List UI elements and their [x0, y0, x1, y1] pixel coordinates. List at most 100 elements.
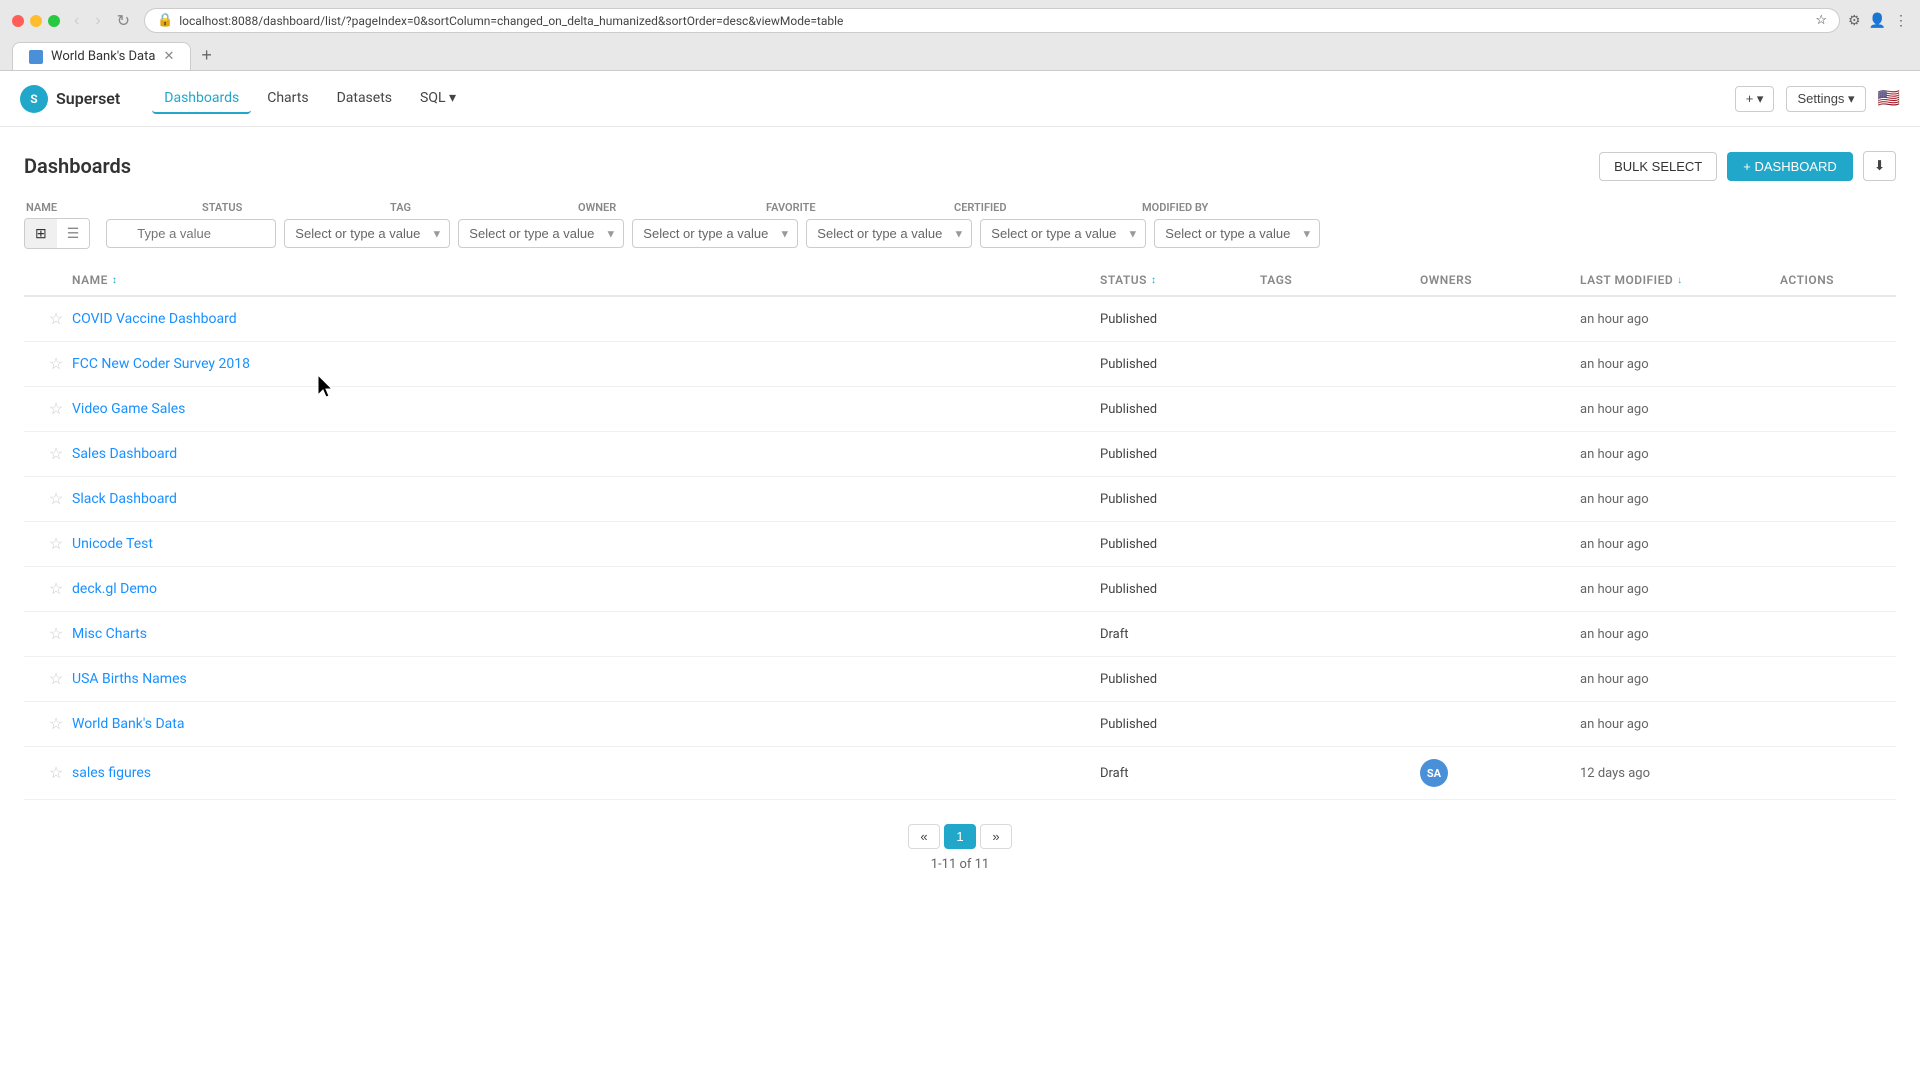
- favorite-star-8[interactable]: ☆: [40, 669, 72, 689]
- certified-filter[interactable]: Select or type a value: [980, 219, 1146, 248]
- close-dot[interactable]: [12, 15, 24, 27]
- nav-charts[interactable]: Charts: [255, 84, 320, 114]
- favorite-filter-wrapper: Select or type a value ▼: [806, 219, 972, 248]
- favorite-star-10[interactable]: ☆: [40, 763, 72, 783]
- owner-filter[interactable]: Select or type a value: [632, 219, 798, 248]
- favorite-star-9[interactable]: ☆: [40, 714, 72, 734]
- add-dashboard-button[interactable]: + DASHBOARD: [1727, 152, 1853, 181]
- row-fav-0: ☆: [40, 309, 72, 329]
- bulk-select-button[interactable]: BULK SELECT: [1599, 152, 1717, 181]
- nav-dashboards[interactable]: Dashboards: [152, 84, 251, 114]
- table-row: ☆ Unicode Test Published an hour ago: [24, 522, 1896, 567]
- minimize-dot[interactable]: [30, 15, 42, 27]
- dashboard-link-1[interactable]: FCC New Coder Survey 2018: [72, 356, 1100, 372]
- owner-avatar-10: SA: [1420, 759, 1448, 787]
- filter-label-favorite: FAVORITE: [766, 201, 946, 214]
- favorite-star-6[interactable]: ☆: [40, 579, 72, 599]
- new-tab-button[interactable]: +: [193, 41, 220, 70]
- status-filter[interactable]: Select or type a value: [284, 219, 450, 248]
- pagination-info: 1-11 of 11: [931, 857, 990, 872]
- status-filter-wrapper: Select or type a value ▼: [284, 219, 450, 248]
- top-navigation: S Superset Dashboards Charts Datasets SQ…: [0, 71, 1920, 127]
- star-bookmark-icon[interactable]: ☆: [1815, 13, 1827, 28]
- favorite-filter[interactable]: Select or type a value: [806, 219, 972, 248]
- col-header-modified[interactable]: Last modified ↓: [1580, 273, 1780, 287]
- nav-sql[interactable]: SQL ▾: [408, 84, 468, 114]
- col-header-name[interactable]: Name ↕: [72, 273, 1100, 287]
- modified-by-filter[interactable]: Select or type a value: [1154, 219, 1320, 248]
- dashboard-link-4[interactable]: Slack Dashboard: [72, 491, 1100, 507]
- favorite-star-4[interactable]: ☆: [40, 489, 72, 509]
- row-modified-8: an hour ago: [1580, 672, 1780, 687]
- list-view-button[interactable]: ☰: [57, 219, 90, 248]
- dashboard-link-0[interactable]: COVID Vaccine Dashboard: [72, 311, 1100, 327]
- maximize-dot[interactable]: [48, 15, 60, 27]
- next-page-button[interactable]: »: [980, 824, 1012, 849]
- dashboard-link-7[interactable]: Misc Charts: [72, 626, 1100, 642]
- favorite-star-7[interactable]: ☆: [40, 624, 72, 644]
- tab-title: World Bank's Data: [51, 49, 155, 64]
- page-1-button[interactable]: 1: [944, 824, 976, 849]
- active-tab[interactable]: World Bank's Data ✕: [12, 42, 191, 70]
- row-modified-2: an hour ago: [1580, 402, 1780, 417]
- row-fav-10: ☆: [40, 763, 72, 783]
- row-fav-5: ☆: [40, 534, 72, 554]
- row-modified-1: an hour ago: [1580, 357, 1780, 372]
- row-status-10: Draft: [1100, 766, 1260, 781]
- filter-label-certified: CERTIFIED: [954, 201, 1134, 214]
- row-fav-3: ☆: [40, 444, 72, 464]
- filter-row: ⊞ ☰ 🔍 Select or type a value ▼ Select or…: [24, 218, 1896, 249]
- nav-datasets[interactable]: Datasets: [325, 84, 404, 114]
- favorite-star-3[interactable]: ☆: [40, 444, 72, 464]
- grid-view-button[interactable]: ⊞: [25, 219, 57, 248]
- address-bar[interactable]: 🔒 localhost:8088/dashboard/list/?pageInd…: [144, 8, 1840, 33]
- table-row: ☆ USA Births Names Published an hour ago: [24, 657, 1896, 702]
- dashboard-link-2[interactable]: Video Game Sales: [72, 401, 1100, 417]
- browser-chrome: ‹ › ↻ 🔒 localhost:8088/dashboard/list/?p…: [0, 0, 1920, 71]
- dashboard-link-3[interactable]: Sales Dashboard: [72, 446, 1100, 462]
- back-button[interactable]: ‹: [68, 10, 85, 32]
- page-header: Dashboards BULK SELECT + DASHBOARD ⬇: [24, 151, 1896, 181]
- favorite-star-2[interactable]: ☆: [40, 399, 72, 419]
- row-modified-7: an hour ago: [1580, 627, 1780, 642]
- prev-page-button[interactable]: «: [908, 824, 940, 849]
- col-header-actions: Actions: [1780, 273, 1880, 287]
- dashboard-link-10[interactable]: sales figures: [72, 765, 1100, 781]
- page-controls: « 1 »: [908, 824, 1012, 849]
- favorite-star-1[interactable]: ☆: [40, 354, 72, 374]
- dashboard-link-8[interactable]: USA Births Names: [72, 671, 1100, 687]
- table-row: ☆ Sales Dashboard Published an hour ago: [24, 432, 1896, 477]
- download-button[interactable]: ⬇: [1863, 151, 1896, 181]
- favorite-star-0[interactable]: ☆: [40, 309, 72, 329]
- col-header-fav: [40, 273, 72, 287]
- url-text: localhost:8088/dashboard/list/?pageIndex…: [179, 14, 1809, 28]
- table-row: ☆ deck.gl Demo Published an hour ago: [24, 567, 1896, 612]
- lock-icon: 🔒: [157, 13, 173, 28]
- row-modified-5: an hour ago: [1580, 537, 1780, 552]
- row-status-2: Published: [1100, 402, 1260, 417]
- col-header-tags: Tags: [1260, 273, 1420, 287]
- col-header-status[interactable]: Status ↕: [1100, 273, 1260, 287]
- row-modified-4: an hour ago: [1580, 492, 1780, 507]
- filter-label-tag: TAG: [390, 201, 570, 214]
- tab-close-button[interactable]: ✕: [163, 49, 174, 64]
- dashboard-link-5[interactable]: Unicode Test: [72, 536, 1100, 552]
- tag-filter[interactable]: Select or type a value: [458, 219, 624, 248]
- settings-button[interactable]: Settings ▾: [1786, 86, 1865, 112]
- window-controls: [12, 15, 60, 27]
- add-button[interactable]: + ▾: [1735, 86, 1775, 112]
- language-flag[interactable]: 🇺🇸: [1878, 88, 1900, 109]
- row-owners-10: SA: [1420, 759, 1580, 787]
- modified-sort-icon: ↓: [1677, 275, 1683, 286]
- favorite-star-5[interactable]: ☆: [40, 534, 72, 554]
- dashboard-link-9[interactable]: World Bank's Data: [72, 716, 1100, 732]
- forward-button[interactable]: ›: [89, 10, 106, 32]
- name-sort-icon: ↕: [112, 275, 118, 286]
- profile-icon[interactable]: 👤: [1869, 13, 1886, 29]
- row-fav-1: ☆: [40, 354, 72, 374]
- menu-icon[interactable]: ⋮: [1894, 13, 1908, 29]
- reload-button[interactable]: ↻: [111, 9, 136, 33]
- dashboard-link-6[interactable]: deck.gl Demo: [72, 581, 1100, 597]
- name-search-input[interactable]: [106, 219, 276, 248]
- extensions-icon[interactable]: ⚙: [1848, 13, 1861, 29]
